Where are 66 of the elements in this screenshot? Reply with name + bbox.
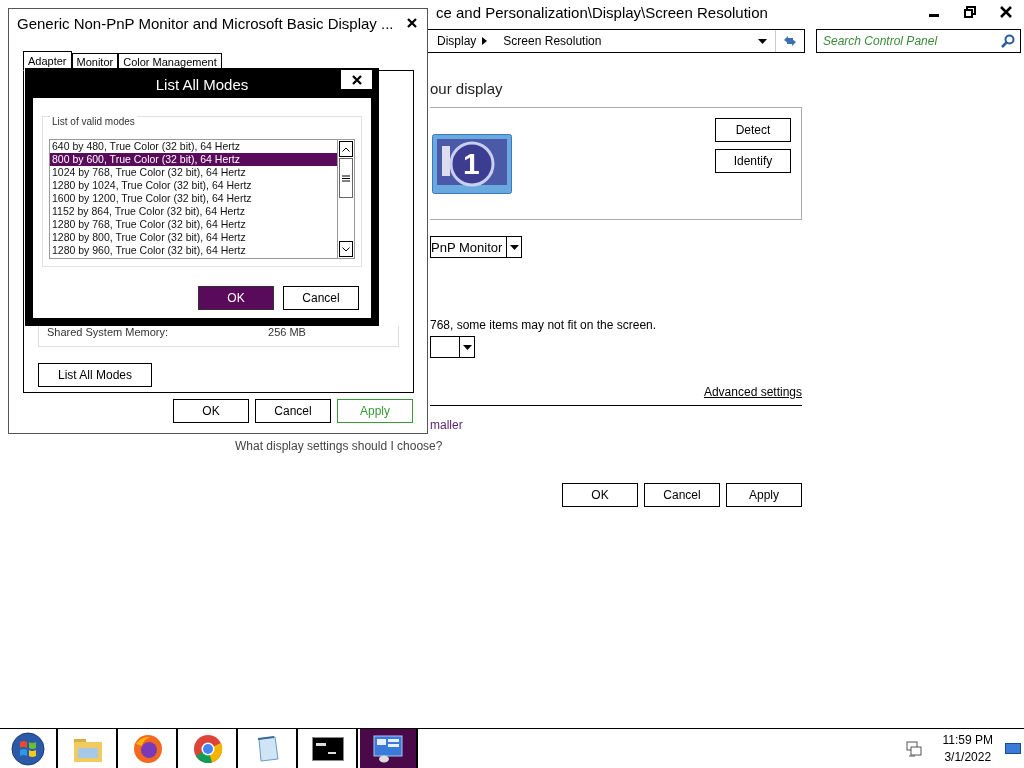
list-item[interactable]: 1280 by 800, True Color (32 bit), 64 Hertz bbox=[50, 231, 337, 244]
close-button[interactable] bbox=[341, 70, 372, 89]
modes-list[interactable] bbox=[49, 139, 355, 259]
dialog-button[interactable]: Cancel bbox=[283, 286, 359, 310]
list-item[interactable]: 1024 by 768, True Color (32 bit), 64 Hertz bbox=[50, 166, 337, 179]
close-icon[interactable] bbox=[351, 74, 362, 85]
scroll-down-icon[interactable] bbox=[342, 246, 350, 252]
field-label: Shared System Memory: bbox=[47, 326, 169, 338]
dialog-button[interactable]: Cancel bbox=[255, 399, 331, 423]
advanced-settings-link[interactable]: Advanced settings bbox=[703, 385, 802, 399]
list-item[interactable]: 1280 by 960, True Color (32 bit), 64 Hertz bbox=[50, 244, 337, 257]
clock-date: 3/1/2022 bbox=[944, 748, 992, 766]
dialog-button[interactable]: OK bbox=[173, 399, 249, 423]
browser-icon bbox=[133, 733, 163, 764]
orientation-dropdown[interactable] bbox=[430, 336, 460, 358]
list-item[interactable]: 640 by 480, True Color (32 bit), 64 Hertz bbox=[50, 140, 337, 153]
dropdown-icon[interactable] bbox=[758, 38, 767, 44]
start-icon bbox=[11, 731, 45, 766]
clock[interactable]: 11:59 PM 3/1/2022 bbox=[942, 731, 993, 766]
dialog-button[interactable]: OK bbox=[562, 483, 638, 507]
breadcrumb-item[interactable]: Screen Resolution bbox=[503, 34, 602, 48]
help-link[interactable]: What display settings should I choose? bbox=[235, 439, 443, 453]
group-label: List of valid modes bbox=[50, 116, 137, 127]
dialog-button[interactable]: OK bbox=[198, 286, 274, 310]
field-value: 256 MB bbox=[268, 326, 306, 338]
display-button[interactable]: Detect bbox=[715, 118, 791, 142]
window-title: ce and Personalization\Display\Screen Resolution bbox=[436, 3, 768, 21]
display-dropdown[interactable]: PnP Monitor bbox=[430, 236, 508, 258]
browser-icon bbox=[193, 733, 223, 764]
network-icon[interactable] bbox=[904, 739, 923, 758]
dialog-title: Generic Non-PnP Monitor and Microsoft Basic Display ... bbox=[17, 14, 394, 32]
close-icon[interactable] bbox=[407, 18, 417, 28]
list-all-modes-button[interactable]: List All Modes bbox=[38, 363, 152, 387]
grip-icon[interactable] bbox=[342, 174, 350, 182]
restore-icon[interactable] bbox=[964, 6, 976, 18]
scroll-up-icon[interactable] bbox=[342, 146, 350, 152]
warning-text: 768, some items may not fit on the screen. bbox=[430, 318, 658, 332]
dialog-button[interactable]: Apply bbox=[726, 483, 802, 507]
scrollbar[interactable] bbox=[337, 140, 354, 258]
page-heading: our display bbox=[430, 80, 504, 97]
breadcrumb-item[interactable]: Display bbox=[437, 34, 477, 48]
text-size-link[interactable]: maller bbox=[430, 418, 463, 432]
list-item[interactable]: 1152 by 864, True Color (32 bit), 64 Hertz bbox=[50, 205, 337, 218]
dialog-button[interactable]: Cancel bbox=[644, 483, 720, 507]
chevron-icon bbox=[482, 37, 488, 45]
list-item[interactable]: 1600 by 1200, True Color (32 bit), 64 Hertz bbox=[50, 192, 337, 205]
dropdown-icon[interactable] bbox=[509, 244, 519, 250]
clock-time: 11:59 PM bbox=[942, 731, 993, 749]
list-item[interactable]: 1280 by 1024, True Color (32 bit), 64 Hertz bbox=[50, 179, 337, 192]
address-bar[interactable]: Display Screen Resolution bbox=[426, 29, 805, 53]
list-item[interactable]: 800 by 600, True Color (32 bit), 64 Hertz bbox=[50, 153, 337, 166]
display-button[interactable]: Identify bbox=[715, 149, 791, 173]
show-desktop-icon[interactable] bbox=[1005, 741, 1021, 756]
search-icon[interactable] bbox=[1001, 34, 1015, 48]
search-field[interactable]: Search Control Panel bbox=[816, 29, 1021, 53]
display-number: 1 bbox=[463, 147, 480, 181]
control-panel-icon bbox=[372, 733, 404, 764]
terminal-icon bbox=[312, 736, 344, 761]
refresh-icon[interactable] bbox=[782, 34, 798, 48]
taskbar-button[interactable] bbox=[360, 729, 418, 768]
dropdown-icon[interactable] bbox=[462, 344, 472, 350]
close-icon[interactable] bbox=[1000, 6, 1012, 18]
list-item[interactable]: 1280 by 768, True Color (32 bit), 64 Hertz bbox=[50, 218, 337, 231]
tab[interactable]: Adapter bbox=[23, 51, 72, 71]
monitor-icon[interactable] bbox=[432, 134, 512, 194]
dialog-title: List All Modes bbox=[155, 74, 249, 93]
